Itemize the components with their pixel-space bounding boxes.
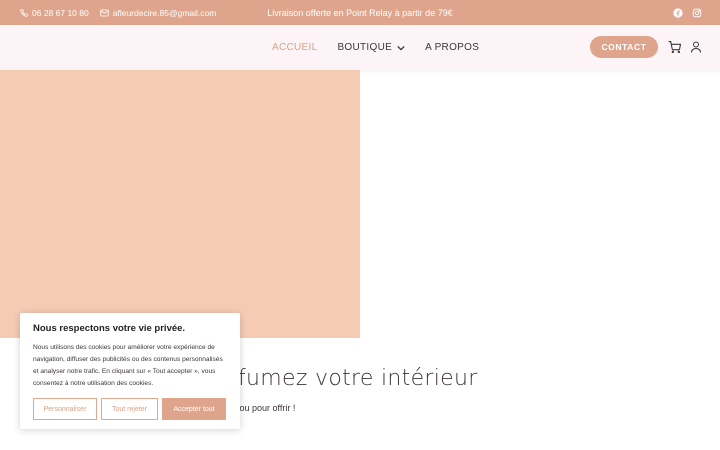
cookie-actions: Personnaliser Tout rejeter Accepter tout <box>33 398 226 420</box>
customize-cookies-button[interactable]: Personnaliser <box>33 398 97 420</box>
instagram-icon[interactable] <box>692 8 702 18</box>
cookie-consent-banner: Nous respectons votre vie privée. Nous u… <box>20 313 240 429</box>
hero-image-placeholder <box>0 70 360 338</box>
cart-icon[interactable] <box>668 41 681 53</box>
nav-item-a-propos[interactable]: A PROPOS <box>425 42 479 53</box>
site-header: ACCUEIL BOUTIQUE A PROPOS CONTACT <box>0 25 720 70</box>
cookie-body: Nous utilisons des cookies pour améliore… <box>33 344 223 387</box>
nav-item-accueil[interactable]: ACCUEIL <box>272 42 317 53</box>
nav-item-boutique-label: BOUTIQUE <box>337 42 393 53</box>
facebook-icon[interactable] <box>673 7 683 18</box>
promo-banner: Livraison offerte en Point Relay à parti… <box>0 0 720 25</box>
social-links <box>673 0 702 25</box>
section-heading: fumez votre intérieur <box>238 366 478 391</box>
user-icon[interactable] <box>690 41 702 53</box>
nav-item-boutique[interactable]: BOUTIQUE <box>337 42 405 53</box>
chevron-down-icon <box>397 45 405 51</box>
accept-all-button[interactable]: Accepter tout <box>162 398 226 420</box>
cookie-title: Nous respectons votre vie privée. <box>33 323 186 334</box>
top-bar: 06 28 67 10 80 afleurdecire.85@gmail.com… <box>0 0 720 25</box>
main-nav: ACCUEIL BOUTIQUE A PROPOS <box>272 25 479 70</box>
reject-all-button[interactable]: Tout rejeter <box>101 398 158 420</box>
contact-button[interactable]: CONTACT <box>590 36 658 58</box>
promo-text: Livraison offerte en Point Relay à parti… <box>267 7 453 18</box>
